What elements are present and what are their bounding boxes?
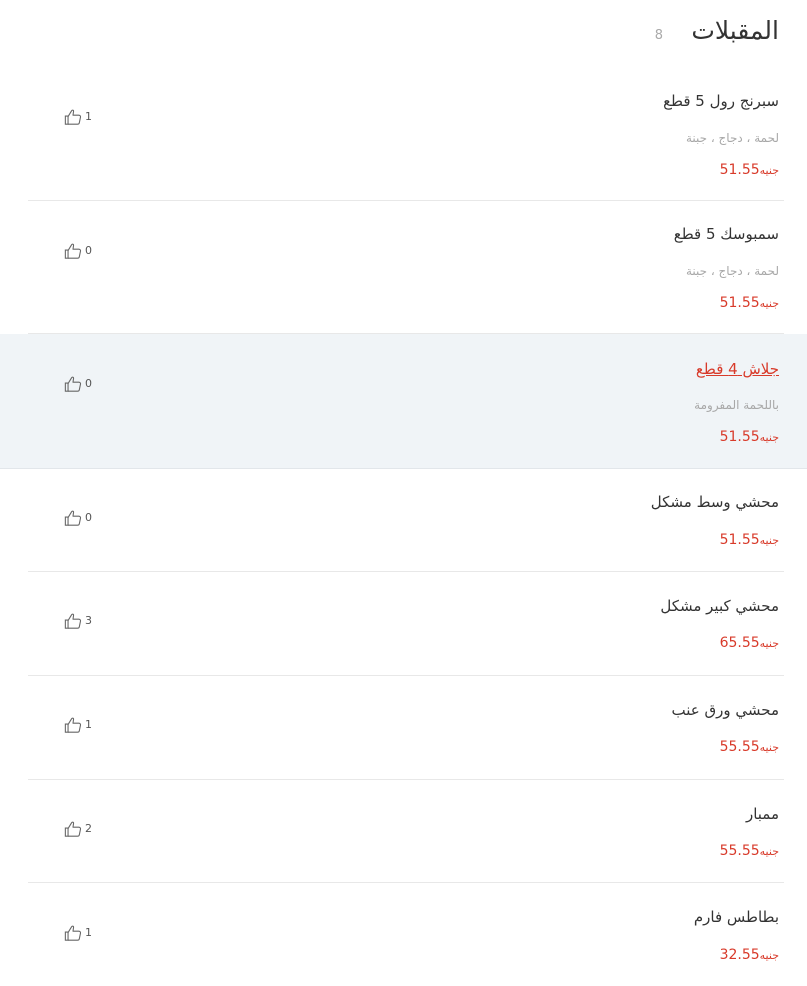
menu-item-price: جنيه55.55	[720, 842, 779, 861]
like-button[interactable]: 0	[64, 241, 92, 261]
thumbs-up-icon	[64, 613, 82, 629]
thumbs-up-icon	[64, 109, 82, 125]
thumbs-up-icon	[64, 376, 82, 392]
price-currency: جنيه	[759, 534, 779, 547]
menu-item-name[interactable]: سبرنج رول 5 قطع	[663, 91, 779, 111]
menu-item-name[interactable]: بطاطس فارم	[694, 907, 779, 927]
like-button[interactable]: 1	[64, 715, 92, 735]
thumbs-up-icon	[64, 821, 82, 837]
menu-item[interactable]: سبرنج رول 5 قطع لحمة ، دجاج ، جبنة جنيه5…	[28, 68, 784, 201]
menu-item-price: جنيه55.55	[720, 738, 779, 757]
menu-item-highlighted[interactable]: جلاش 4 قطع باللحمة المفرومة جنيه51.55 0	[0, 334, 807, 469]
like-count: 1	[85, 718, 92, 731]
like-count: 2	[85, 822, 92, 835]
price-currency: جنيه	[759, 297, 779, 310]
menu-item-name[interactable]: محشي ورق عنب	[672, 700, 779, 720]
menu-item-name[interactable]: ممبار	[746, 804, 779, 824]
menu-item-price: جنيه32.55	[720, 946, 779, 965]
menu-item[interactable]: بطاطس فارم جنيه32.55 1	[28, 883, 784, 986]
price-value: 55.55	[719, 843, 760, 859]
menu-item[interactable]: محشي ورق عنب جنيه55.55 1	[28, 676, 784, 780]
price-value: 51.55	[719, 429, 760, 445]
price-value: 65.55	[719, 635, 760, 651]
like-button[interactable]: 1	[64, 923, 92, 943]
like-count: 0	[85, 511, 92, 524]
menu-item-price: جنيه51.55	[720, 531, 779, 550]
section-header: المقبلات 8	[0, 0, 807, 66]
menu-item-description: لحمة ، دجاج ، جبنة	[685, 131, 779, 145]
thumbs-up-icon	[64, 925, 82, 941]
thumbs-up-icon	[64, 717, 82, 733]
thumbs-up-icon	[64, 510, 82, 526]
menu-item-price: جنيه51.55	[720, 161, 779, 180]
like-count: 0	[85, 377, 92, 390]
price-currency: جنيه	[759, 164, 779, 177]
menu-item-price: جنيه51.55	[720, 428, 779, 447]
menu-item[interactable]: سمبوسك 5 قطع لحمة ، دجاج ، جبنة جنيه51.5…	[28, 201, 784, 334]
menu-item-name[interactable]: جلاش 4 قطع	[696, 359, 779, 379]
menu-item[interactable]: محشي كبير مشكل جنيه65.55 3	[28, 572, 784, 676]
like-button[interactable]: 3	[64, 611, 92, 631]
price-value: 32.55	[719, 947, 760, 963]
section-item-count: 8	[654, 28, 663, 43]
section-title: المقبلات	[691, 16, 779, 45]
menu-item-price: جنيه65.55	[720, 634, 779, 653]
menu-item[interactable]: محشي وسط مشكل جنيه51.55 0	[28, 469, 784, 572]
like-button[interactable]: 0	[64, 374, 92, 394]
price-currency: جنيه	[759, 741, 779, 754]
menu-item-description: لحمة ، دجاج ، جبنة	[685, 264, 779, 278]
menu-item-name[interactable]: محشي كبير مشكل	[660, 596, 779, 616]
price-currency: جنيه	[759, 949, 779, 962]
price-value: 55.55	[719, 739, 760, 755]
like-button[interactable]: 2	[64, 819, 92, 839]
menu-item-name[interactable]: سمبوسك 5 قطع	[674, 224, 779, 244]
menu-item[interactable]: ممبار جنيه55.55 2	[28, 780, 784, 883]
price-currency: جنيه	[759, 845, 779, 858]
price-currency: جنيه	[759, 637, 779, 650]
like-count: 0	[85, 244, 92, 257]
like-count: 3	[85, 614, 92, 627]
menu-item-price: جنيه51.55	[720, 294, 779, 313]
thumbs-up-icon	[64, 243, 82, 259]
like-button[interactable]: 1	[64, 107, 92, 127]
price-value: 51.55	[719, 162, 760, 178]
menu-item-name[interactable]: محشي وسط مشكل	[651, 492, 779, 512]
menu-item-description: باللحمة المفرومة	[694, 398, 779, 412]
like-count: 1	[85, 110, 92, 123]
like-button[interactable]: 0	[64, 508, 92, 528]
like-count: 1	[85, 926, 92, 939]
price-value: 51.55	[719, 532, 760, 548]
price-value: 51.55	[719, 295, 760, 311]
price-currency: جنيه	[759, 431, 779, 444]
